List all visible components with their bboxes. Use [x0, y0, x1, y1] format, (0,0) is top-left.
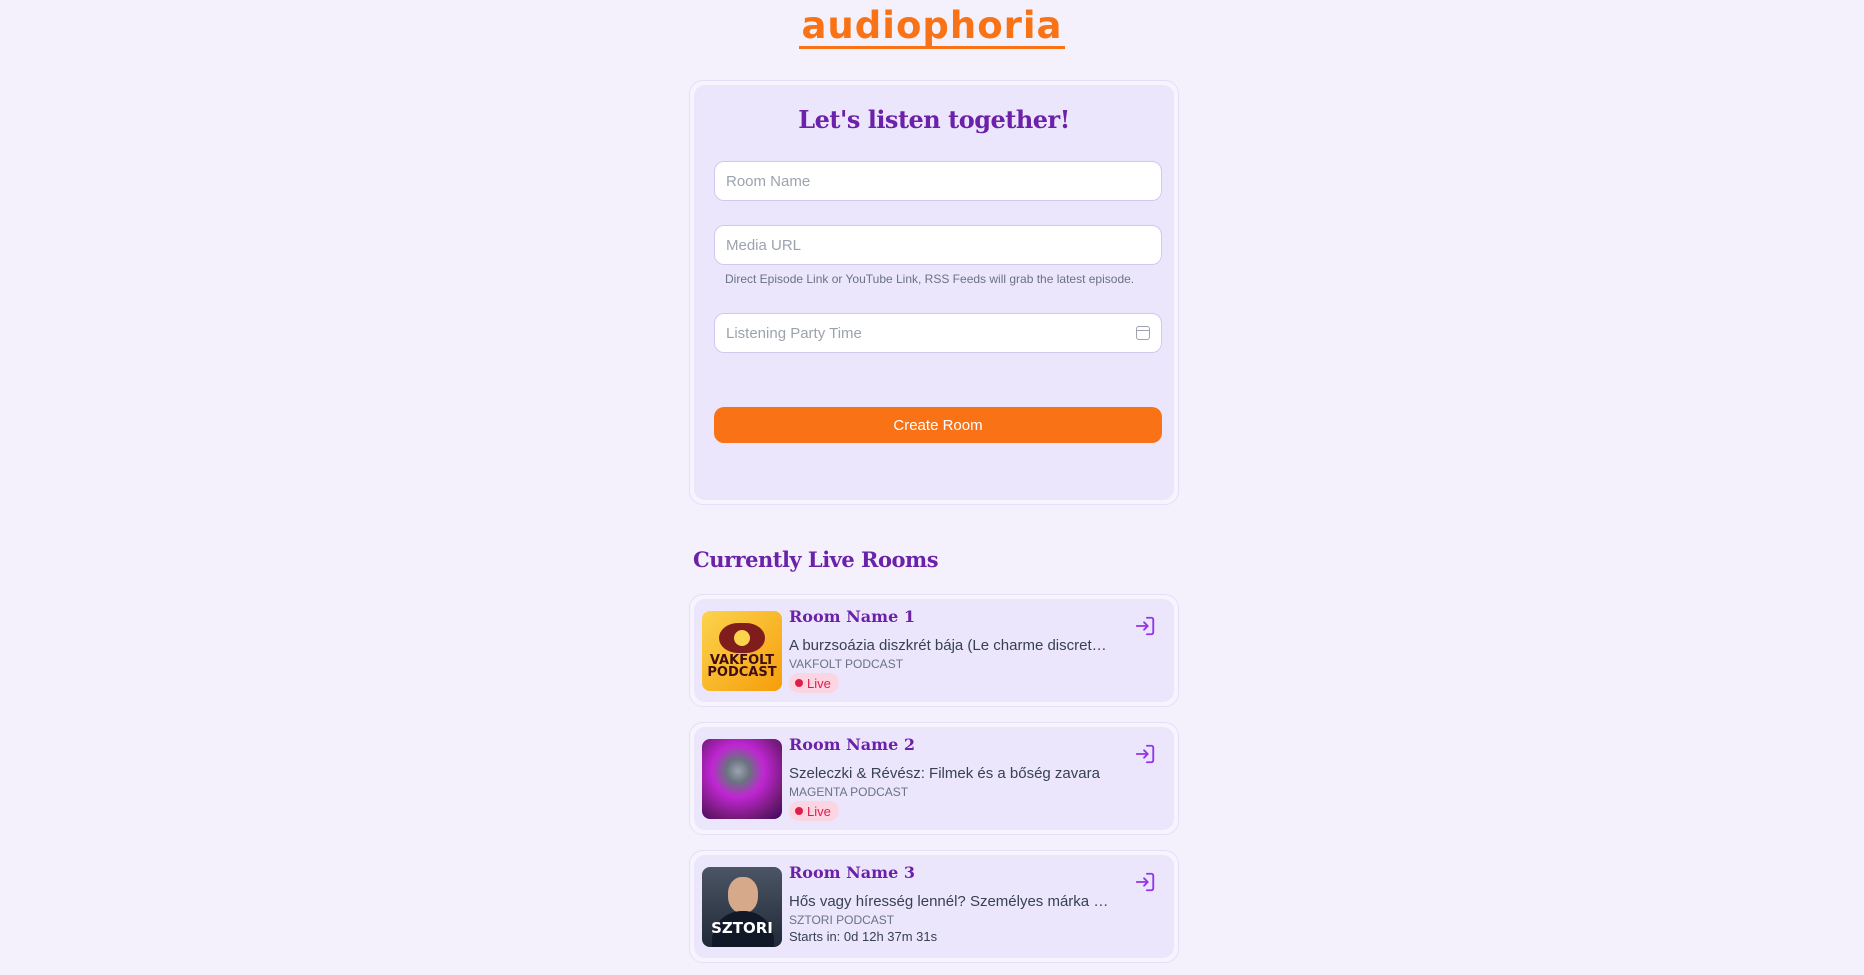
cover-logo-text: SZTORI [711, 919, 773, 937]
app-logo[interactable]: audiophoria [0, 4, 1864, 49]
room-name: Room Name 3 [789, 863, 915, 882]
live-dot-icon [795, 679, 803, 687]
podcast-cover-image: SZTORI [702, 867, 782, 947]
live-rooms-title: Currently Live Rooms [693, 547, 939, 572]
media-url-hint: Direct Episode Link or YouTube Link, RSS… [725, 272, 1135, 286]
media-url-placeholder: Media URL [726, 236, 802, 254]
room-card-inner: Room Name 2 Szeleczki & Révész: Filmek é… [694, 727, 1174, 830]
media-url-input[interactable]: Media URL [714, 225, 1162, 265]
eye-logo-icon [719, 623, 765, 653]
podcast-cover-image [702, 739, 782, 819]
episode-title: A burzsoázia diszkrét bája (Le charme di… [789, 637, 1109, 654]
cover-logo-text: VAKFOLT PODCAST [707, 653, 777, 680]
live-badge: Live [789, 801, 839, 821]
start-countdown: Starts in: 0d 12h 37m 31s [789, 929, 938, 944]
party-time-placeholder: Listening Party Time [726, 324, 862, 342]
party-time-input[interactable]: Listening Party Time [714, 313, 1162, 353]
room-name: Room Name 2 [789, 735, 915, 754]
podcast-name: VAKFOLT PODCAST [789, 657, 904, 671]
join-room-icon[interactable] [1134, 615, 1156, 637]
room-name-placeholder: Room Name [726, 172, 811, 190]
create-room-button[interactable]: Create Room [714, 407, 1162, 443]
room-card[interactable]: SZTORI Room Name 3 Hős vagy híresség len… [689, 850, 1179, 963]
create-room-card: Let's listen together! Room Name Media U… [689, 80, 1179, 505]
room-card[interactable]: Room Name 2 Szeleczki & Révész: Filmek é… [689, 722, 1179, 835]
host-face [728, 877, 758, 913]
room-name: Room Name 1 [789, 607, 915, 626]
room-card[interactable]: VAKFOLT PODCAST Room Name 1 A burzsoázia… [689, 594, 1179, 707]
room-name-input[interactable]: Room Name [714, 161, 1162, 201]
join-room-icon[interactable] [1134, 743, 1156, 765]
app-logo-text: audiophoria [799, 4, 1065, 49]
calendar-icon[interactable] [1136, 326, 1150, 340]
join-room-icon[interactable] [1134, 871, 1156, 893]
live-badge-label: Live [807, 675, 831, 691]
podcast-name: SZTORI PODCAST [789, 913, 895, 927]
live-dot-icon [795, 807, 803, 815]
create-room-title: Let's listen together! [798, 105, 1070, 134]
podcast-name: MAGENTA PODCAST [789, 785, 909, 799]
live-badge: Live [789, 673, 839, 693]
create-room-card-inner: Let's listen together! Room Name Media U… [694, 85, 1174, 500]
room-card-inner: SZTORI Room Name 3 Hős vagy híresség len… [694, 855, 1174, 958]
live-badge-label: Live [807, 803, 831, 819]
room-card-inner: VAKFOLT PODCAST Room Name 1 A burzsoázia… [694, 599, 1174, 702]
episode-title: Szeleczki & Révész: Filmek és a bőség za… [789, 765, 1100, 782]
episode-title: Hős vagy híresség lennél? Személyes márk… [789, 893, 1109, 910]
podcast-cover-image: VAKFOLT PODCAST [702, 611, 782, 691]
